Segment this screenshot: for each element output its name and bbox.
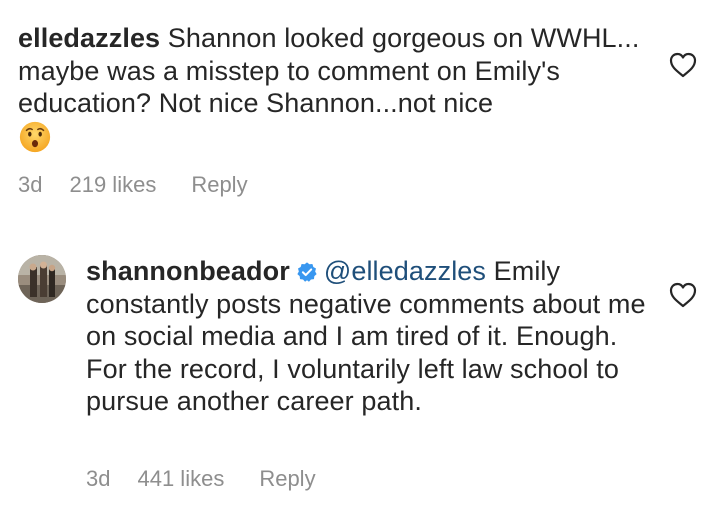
comment-meta: 3d 219 likes Reply — [18, 172, 248, 198]
like-heart-icon[interactable] — [668, 280, 698, 310]
comment-likes[interactable]: 219 likes — [69, 172, 156, 198]
reply-button[interactable]: Reply — [259, 466, 315, 492]
comment-username[interactable]: elledazzles — [18, 23, 160, 53]
hushed-face-emoji-icon — [19, 122, 51, 153]
comment-body: elledazzles Shannon looked gorgeous on W… — [18, 22, 648, 154]
comment-time: 3d — [18, 172, 43, 197]
like-heart-icon[interactable] — [668, 50, 698, 80]
comment-body: shannonbeador @elledazzles Emily constan… — [86, 255, 646, 418]
comment-username[interactable]: shannonbeador — [86, 256, 290, 286]
verified-badge-icon — [297, 262, 317, 282]
comment-meta: 3d 441 likes Reply — [86, 466, 316, 492]
comment-time: 3d — [86, 466, 111, 491]
comment-mention[interactable]: @elledazzles — [324, 256, 486, 286]
reply-button[interactable]: Reply — [191, 172, 247, 198]
avatar-image — [18, 255, 66, 303]
avatar[interactable] — [18, 255, 66, 303]
comment-likes[interactable]: 441 likes — [137, 466, 224, 492]
